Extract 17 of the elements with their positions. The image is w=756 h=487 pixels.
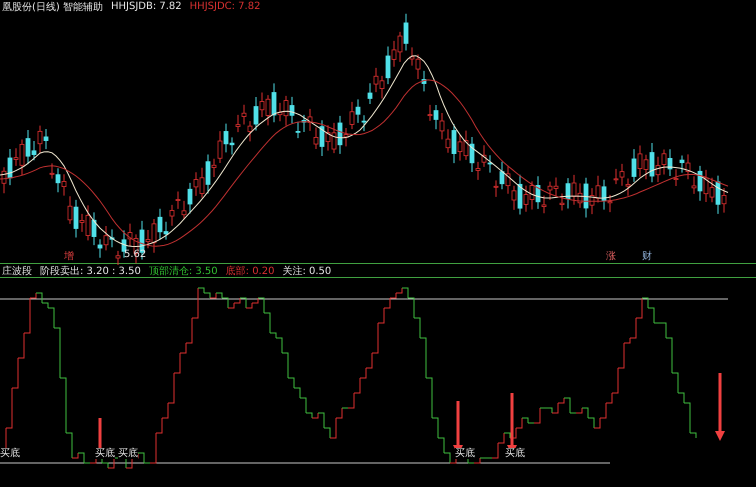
indicator-reading: 关注: 0.50 — [282, 264, 332, 278]
indicator-reading: 顶部清仓: 3.50 — [148, 264, 218, 278]
buy-signal-label: 买底 — [455, 448, 475, 459]
buy-signal-label: 买底 — [505, 448, 525, 459]
buy-signal-label: 买底 — [0, 448, 20, 459]
indicator-reading: HHJSJDB: 7.82 — [110, 1, 182, 12]
buy-signal-label: 买底 — [118, 448, 138, 459]
chart-title: 凰股份(日线) 智能辅助 — [2, 0, 103, 14]
indicator-reading: HHJSJDC: 7.82 — [190, 1, 260, 12]
signal-label: 财 — [642, 250, 652, 263]
buy-signal-label: 买底 — [95, 448, 115, 459]
indicator-title: 庄波段 — [2, 264, 32, 278]
signal-label: 涨 — [606, 250, 616, 263]
signal-label: 增 — [64, 250, 74, 263]
arrow-icon — [715, 373, 725, 441]
indicator-reading: 底部: 0.20 — [226, 264, 274, 278]
indicator-reading: 阶段卖出: 3.20 : 3.50 — [40, 264, 141, 278]
